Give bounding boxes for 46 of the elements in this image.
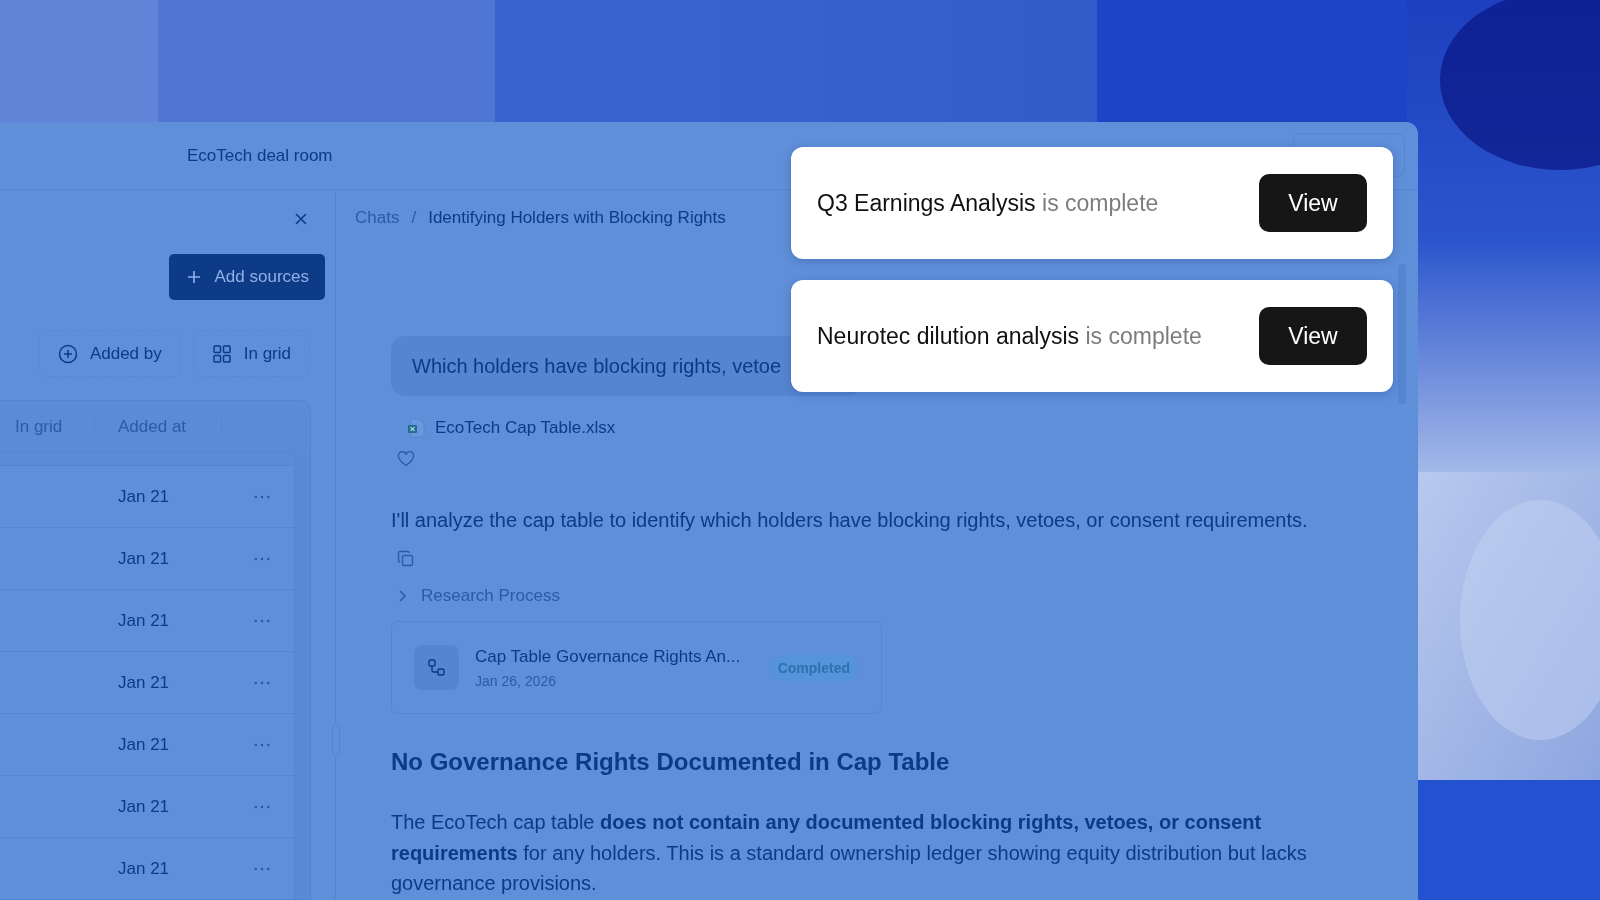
table-cell-text: Jan 21 <box>118 858 171 879</box>
heart-icon[interactable] <box>397 450 415 468</box>
table-row[interactable]: Jan 21 <box>0 713 294 775</box>
table-row[interactable]: Jan 21 <box>0 589 294 651</box>
table-row[interactable]: Jan 21 <box>0 527 294 589</box>
copy-icon[interactable] <box>397 550 415 568</box>
more-icon[interactable] <box>254 804 270 809</box>
table-cell-text: Jan 21 <box>118 734 171 755</box>
more-icon[interactable] <box>254 680 270 685</box>
answer-heading: No Governance Rights Documented in Cap Table <box>391 748 951 776</box>
breadcrumb-separator: / <box>411 208 417 228</box>
table-row[interactable]: Jan 21 <box>0 651 294 713</box>
more-icon[interactable] <box>254 556 270 561</box>
table-cell-text: Jan 21 <box>118 796 171 817</box>
workflow-icon <box>414 645 459 690</box>
table-row[interactable]: Jan 21 <box>0 837 294 899</box>
notification-text: Q3 Earnings Analysis is complete <box>817 189 1159 217</box>
add-sources-button[interactable]: Add sources <box>168 254 325 300</box>
table-cell-text: Jan 21 <box>118 610 171 631</box>
breadcrumb-link[interactable]: Identifying Holders with Blocking Rights <box>428 208 726 228</box>
answer-paragraph: The EcoTech cap table does not contain any documented blocking rights, vetoes, or consent requirements for any holders. This is a standard ownership ledger showing equity distribution but lacks governance provisions. <box>391 810 1308 896</box>
plus-icon <box>186 270 201 284</box>
filter-chip[interactable]: Added by <box>38 330 181 377</box>
more-icon[interactable] <box>254 618 270 623</box>
table-row[interactable]: Jan 21 <box>0 775 294 837</box>
spreadsheet-file-icon <box>407 418 425 438</box>
task-title: Cap Table Governance Rights An... <box>475 646 741 667</box>
more-icon[interactable] <box>254 866 270 871</box>
notification-text: Neurotec dilution analysis is complete <box>817 322 1202 350</box>
assistant-message: I'll analyze the cap table to identify which holders have blocking rights, vetoes, or consent requirements. <box>391 509 1309 532</box>
window-title: EcoTech deal room <box>187 145 333 166</box>
table-cell-text: Jan 21 <box>118 486 171 507</box>
view-button[interactable]: View <box>1259 307 1367 365</box>
table-row[interactable]: Jan 21 <box>0 465 294 527</box>
table-cell-text: Jan 21 <box>118 548 171 569</box>
view-button[interactable]: View <box>1259 174 1367 232</box>
chevron-icon <box>397 589 407 603</box>
table-cell-text: Jan 21 <box>118 672 171 693</box>
attachment-name[interactable]: EcoTech Cap Table.xlsx <box>435 418 616 438</box>
plus-circle-icon <box>57 343 78 364</box>
grid-icon <box>211 343 232 364</box>
more-icon[interactable] <box>254 742 270 747</box>
more-icon[interactable] <box>254 494 270 499</box>
close-icon[interactable] <box>293 211 309 227</box>
filter-chip[interactable]: In grid <box>192 330 310 377</box>
message-text: Which holders have blocking rights, vetoe <box>412 354 782 378</box>
